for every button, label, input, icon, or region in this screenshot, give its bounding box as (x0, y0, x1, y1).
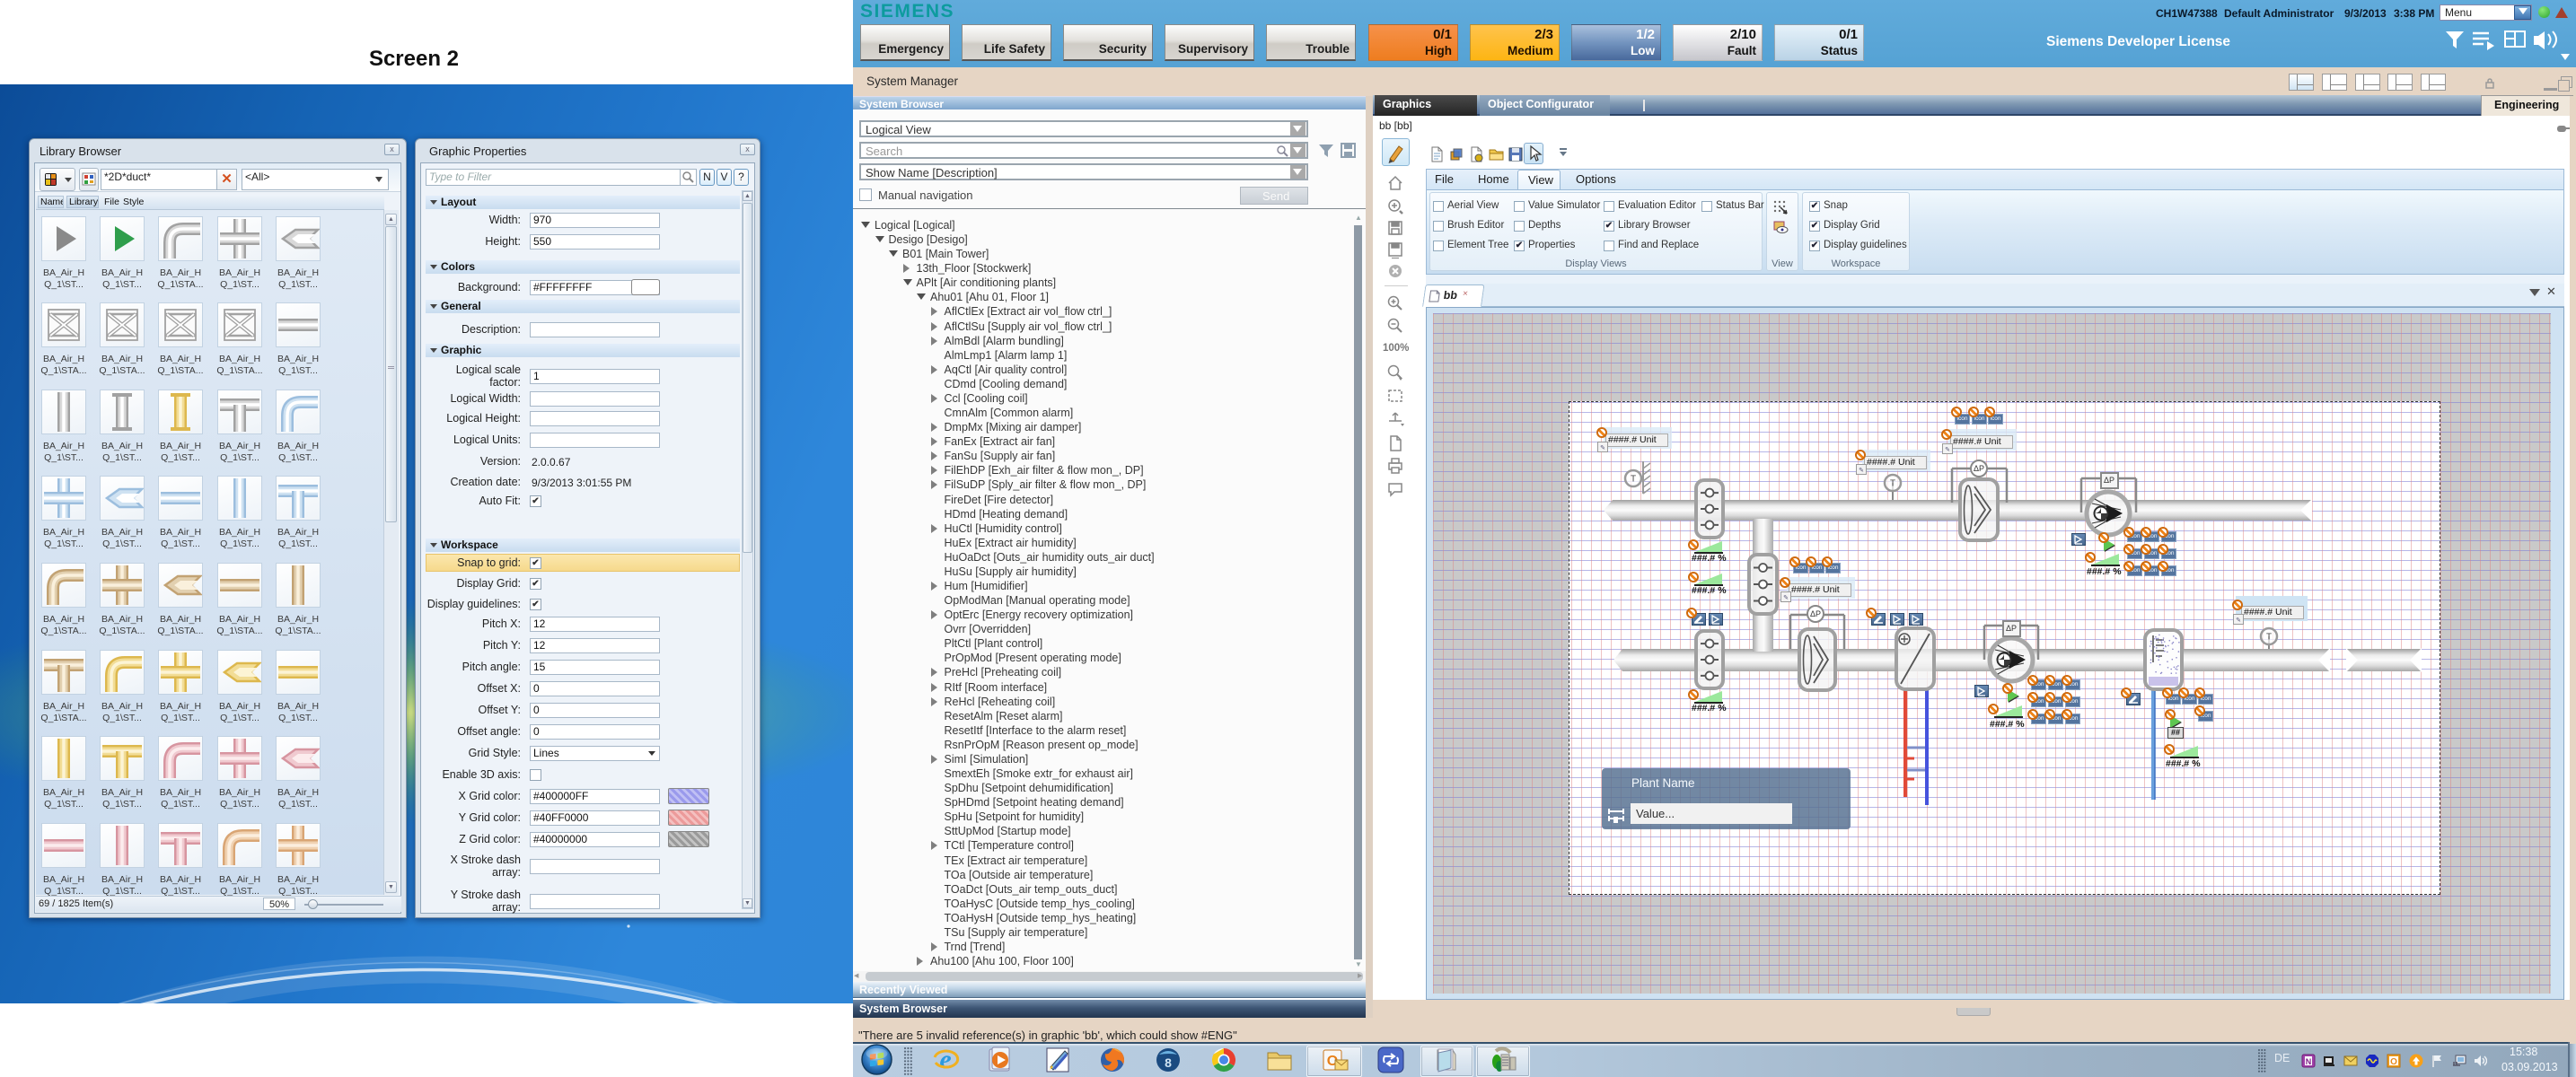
svg-text:ΔP: ΔP (1810, 609, 1821, 618)
svg-text:ΔP: ΔP (2104, 476, 2114, 485)
svg-text:ΔP: ΔP (1974, 464, 1984, 473)
svg-text:N: N (2306, 1057, 2312, 1066)
svg-text:T: T (1890, 479, 1895, 489)
svg-text:T: T (1631, 475, 1636, 485)
svg-text:8: 8 (1165, 1055, 1172, 1070)
svg-text:O: O (2390, 1057, 2397, 1067)
svg-text:T: T (2266, 633, 2272, 643)
svg-text:ΔP: ΔP (2006, 624, 2017, 633)
